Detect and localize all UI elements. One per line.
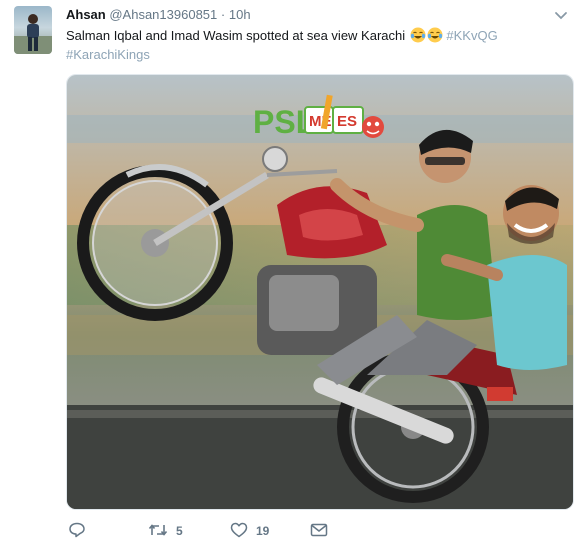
like-button[interactable]: 19 [230, 520, 269, 542]
separator-dot: · [220, 7, 226, 22]
tweet-timestamp[interactable]: 10h [229, 7, 251, 22]
tweet-actions: 5 19 [66, 520, 566, 542]
tweet-media-photo[interactable]: PSL ME ES [66, 74, 574, 510]
logo-text-es: ES [337, 113, 357, 130]
author-handle[interactable]: @Ahsan13960851 [109, 7, 217, 22]
psl-memes-logo: PSL ME ES [253, 94, 384, 140]
retweet-count: 5 [176, 524, 183, 538]
tweet-text: Salman Iqbal and Imad Wasim spotted at s… [66, 26, 556, 64]
retweet-button[interactable]: 5 [148, 520, 183, 542]
tweet-header: Ahsan @Ahsan13960851 · 10h [66, 6, 251, 24]
tweet-body: Salman Iqbal and Imad Wasim spotted at s… [66, 28, 406, 43]
author-name[interactable]: Ahsan [66, 7, 106, 22]
tweet: Ahsan @Ahsan13960851 · 10h Salman Iqbal … [0, 0, 580, 546]
laughing-emoji-icon [427, 27, 443, 43]
heart-icon [230, 522, 248, 541]
avatar[interactable] [14, 6, 52, 54]
like-count: 19 [256, 524, 270, 538]
chevron-down-icon[interactable] [554, 8, 568, 20]
reply-icon [68, 522, 86, 541]
reply-button[interactable] [68, 520, 94, 542]
retweet-icon [148, 522, 168, 541]
direct-message-button[interactable] [310, 520, 328, 542]
envelope-icon [310, 522, 328, 541]
hashtag-link[interactable]: #KarachiKings [66, 47, 150, 62]
hashtag-link[interactable]: #KKvQG [446, 28, 497, 43]
laughing-emoji-icon [410, 27, 426, 43]
